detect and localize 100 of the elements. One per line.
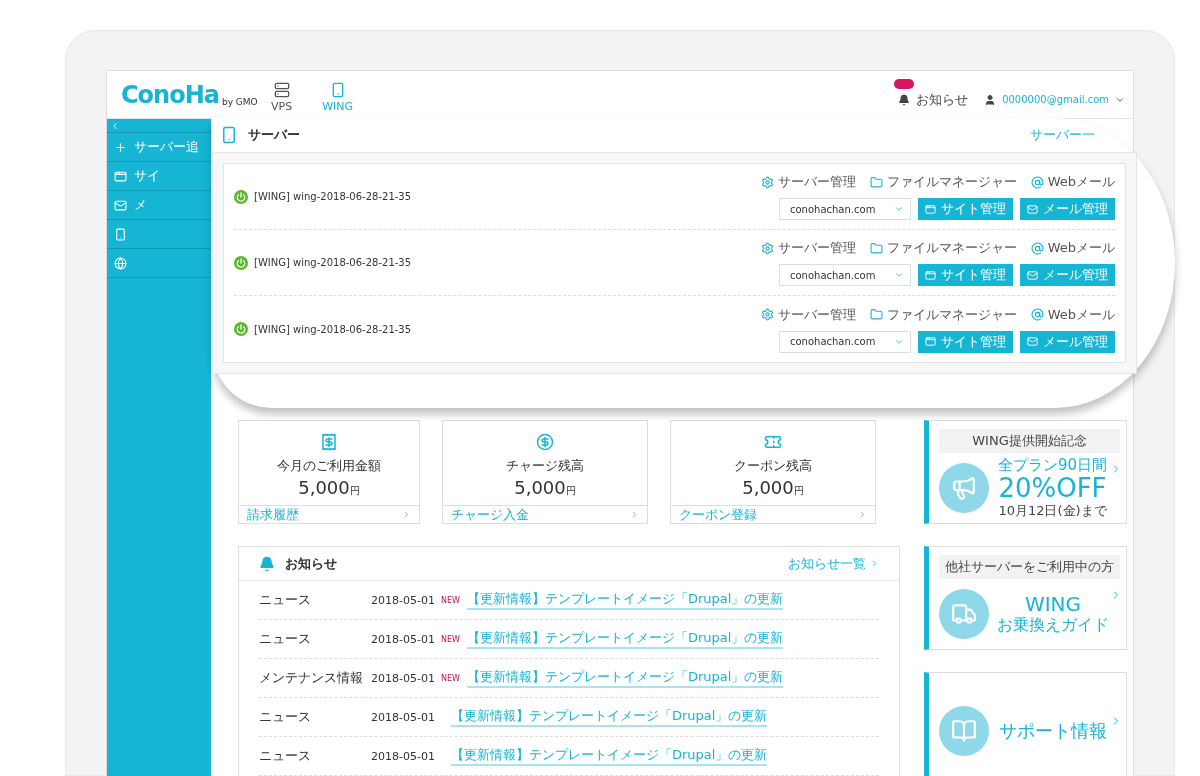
news-date: 2018-05-01	[371, 749, 436, 763]
at-sign-icon	[1030, 241, 1044, 255]
book-icon	[939, 706, 989, 756]
notice-link[interactable]: お知らせ	[898, 90, 969, 109]
news-category: ニュース	[259, 708, 312, 726]
stat-label: チャージ残高	[506, 457, 584, 475]
banner-text: 10月12日(金)まで	[998, 504, 1107, 520]
banner-text: お乗換えガイド	[997, 616, 1109, 635]
phone-icon	[114, 227, 127, 241]
news-category: ニュース	[259, 630, 312, 648]
nav-tab[interactable]: VPS	[271, 82, 293, 113]
stat-label: クーポン残高	[734, 457, 812, 475]
new-label: NEW	[441, 673, 461, 683]
stat-amount: 5,000円	[742, 477, 804, 498]
chevron-down-icon	[894, 270, 904, 280]
news-date: 2018-05-01	[371, 710, 436, 724]
manage-button[interactable]: メール管理	[1020, 198, 1115, 220]
server-name: [WING] wing-2018-06-28-21-35	[254, 257, 412, 268]
window-icon	[925, 269, 936, 281]
news-link[interactable]: 【更新情報】テンプレートイメージ「Drupal」の更新	[467, 668, 784, 688]
stat-link[interactable]: チャージ入金	[443, 505, 647, 523]
server-list-link[interactable]: サーバー一	[1030, 126, 1095, 144]
user-icon	[984, 93, 997, 106]
manage-button[interactable]: メール管理	[1020, 264, 1115, 286]
domain-select[interactable]: conohachan.com	[779, 198, 911, 220]
mail-icon	[1027, 203, 1038, 215]
banner-text: 全プラン90日間	[997, 456, 1108, 475]
collapse-icon[interactable]	[110, 120, 120, 131]
receipt-icon	[320, 433, 338, 451]
manage-button[interactable]: サイト管理	[918, 264, 1013, 286]
panel-title: サーバー	[248, 126, 300, 144]
news-category: ニュース	[259, 747, 312, 765]
new-label: NEW	[441, 595, 461, 605]
chevron-right-icon	[402, 510, 411, 519]
banner-text: 20%OFF	[998, 474, 1107, 504]
manage-button[interactable]: メール管理	[1020, 330, 1115, 353]
globe-icon	[114, 256, 127, 270]
notification-badge	[894, 78, 915, 89]
server-action-link[interactable]: サーバー管理	[760, 239, 856, 257]
chevron-right-icon	[870, 559, 879, 568]
stat-label: 今月のご利用金額	[277, 457, 381, 475]
promo-banner[interactable]: 他社サーバーをご利用中の方 WING お乗換えガイド	[924, 546, 1127, 650]
promo-banner[interactable]: WING提供開始記念 全プラン90日間 20%OFF 10月12日(金)まで	[924, 420, 1127, 524]
banner-caption: WING提供開始記念	[939, 429, 1120, 453]
sidebar-item[interactable]: サーバー追	[107, 133, 211, 162]
news-title: お知らせ	[285, 554, 337, 573]
dollar-icon	[536, 433, 554, 451]
settings-icon	[760, 175, 774, 189]
chevron-right-icon	[630, 510, 639, 519]
server-action-link[interactable]: サーバー管理	[760, 305, 856, 324]
nav-tab[interactable]: WING	[322, 82, 353, 113]
at-sign-icon	[1030, 175, 1044, 189]
server-name: [WING] wing-2018-06-28-21-35	[254, 191, 412, 202]
megaphone-icon	[939, 463, 989, 513]
settings-icon	[760, 308, 774, 321]
settings-icon	[760, 241, 774, 255]
news-link[interactable]: 【更新情報】テンプレートイメージ「Drupal」の更新	[467, 629, 784, 649]
plus-icon	[114, 140, 127, 154]
window-icon	[925, 203, 936, 215]
manage-button[interactable]: サイト管理	[918, 198, 1013, 220]
news-link[interactable]: 【更新情報】テンプレートイメージ「Drupal」の更新	[467, 590, 784, 610]
server-action-link[interactable]: Webメール	[1030, 173, 1115, 191]
stat-link[interactable]: クーポン登録	[671, 505, 875, 523]
mail-icon	[114, 198, 127, 212]
stat-amount: 5,000円	[514, 477, 576, 498]
account-menu[interactable]: 0000000@gmail.com	[984, 93, 1125, 106]
window-icon	[114, 169, 127, 183]
folder-icon	[869, 175, 883, 189]
chevron-down-icon	[894, 204, 904, 214]
sidebar-item[interactable]: メ	[107, 191, 211, 220]
news-category: ニュース	[259, 591, 312, 609]
stat-link[interactable]: 請求履歴	[239, 505, 419, 523]
domain-select[interactable]: conohachan.com	[779, 264, 911, 286]
new-label: NEW	[441, 634, 461, 644]
server-action-link[interactable]: ファイルマネージャー	[869, 173, 1017, 191]
news-date: 2018-05-01	[371, 593, 436, 607]
chevron-right-icon	[858, 510, 867, 519]
server-action-link[interactable]: ファイルマネージャー	[869, 239, 1017, 257]
server-action-link[interactable]: Webメール	[1030, 239, 1115, 257]
news-link[interactable]: 【更新情報】テンプレートイメージ「Drupal」の更新	[451, 707, 768, 727]
server-action-link[interactable]: Webメール	[1030, 305, 1115, 324]
at-sign-icon	[1030, 308, 1044, 321]
domain-select[interactable]: conohachan.com	[779, 330, 911, 353]
banner-text: サポート情報	[998, 720, 1107, 742]
banner-text: WING	[1024, 593, 1082, 617]
server-action-link[interactable]: ファイルマネージャー	[869, 305, 1017, 324]
news-link[interactable]: 【更新情報】テンプレートイメージ「Drupal」の更新	[451, 746, 768, 766]
manage-button[interactable]: サイト管理	[918, 330, 1013, 353]
news-more-link[interactable]: お知らせ一覧	[788, 554, 879, 573]
bell-icon	[259, 555, 275, 572]
ticket-icon	[764, 433, 782, 451]
news-date: 2018-05-01	[371, 671, 436, 685]
folder-icon	[869, 308, 883, 321]
sidebar-item[interactable]: サイ	[107, 162, 211, 191]
server-action-link[interactable]: サーバー管理	[760, 173, 856, 191]
stat-amount: 5,000円	[298, 477, 360, 498]
banner-caption: 他社サーバーをご利用中の方	[939, 555, 1120, 579]
server-icon	[273, 82, 290, 98]
server-name: [WING] wing-2018-06-28-21-35	[254, 323, 412, 335]
promo-banner[interactable]: サポート情報	[924, 672, 1127, 776]
